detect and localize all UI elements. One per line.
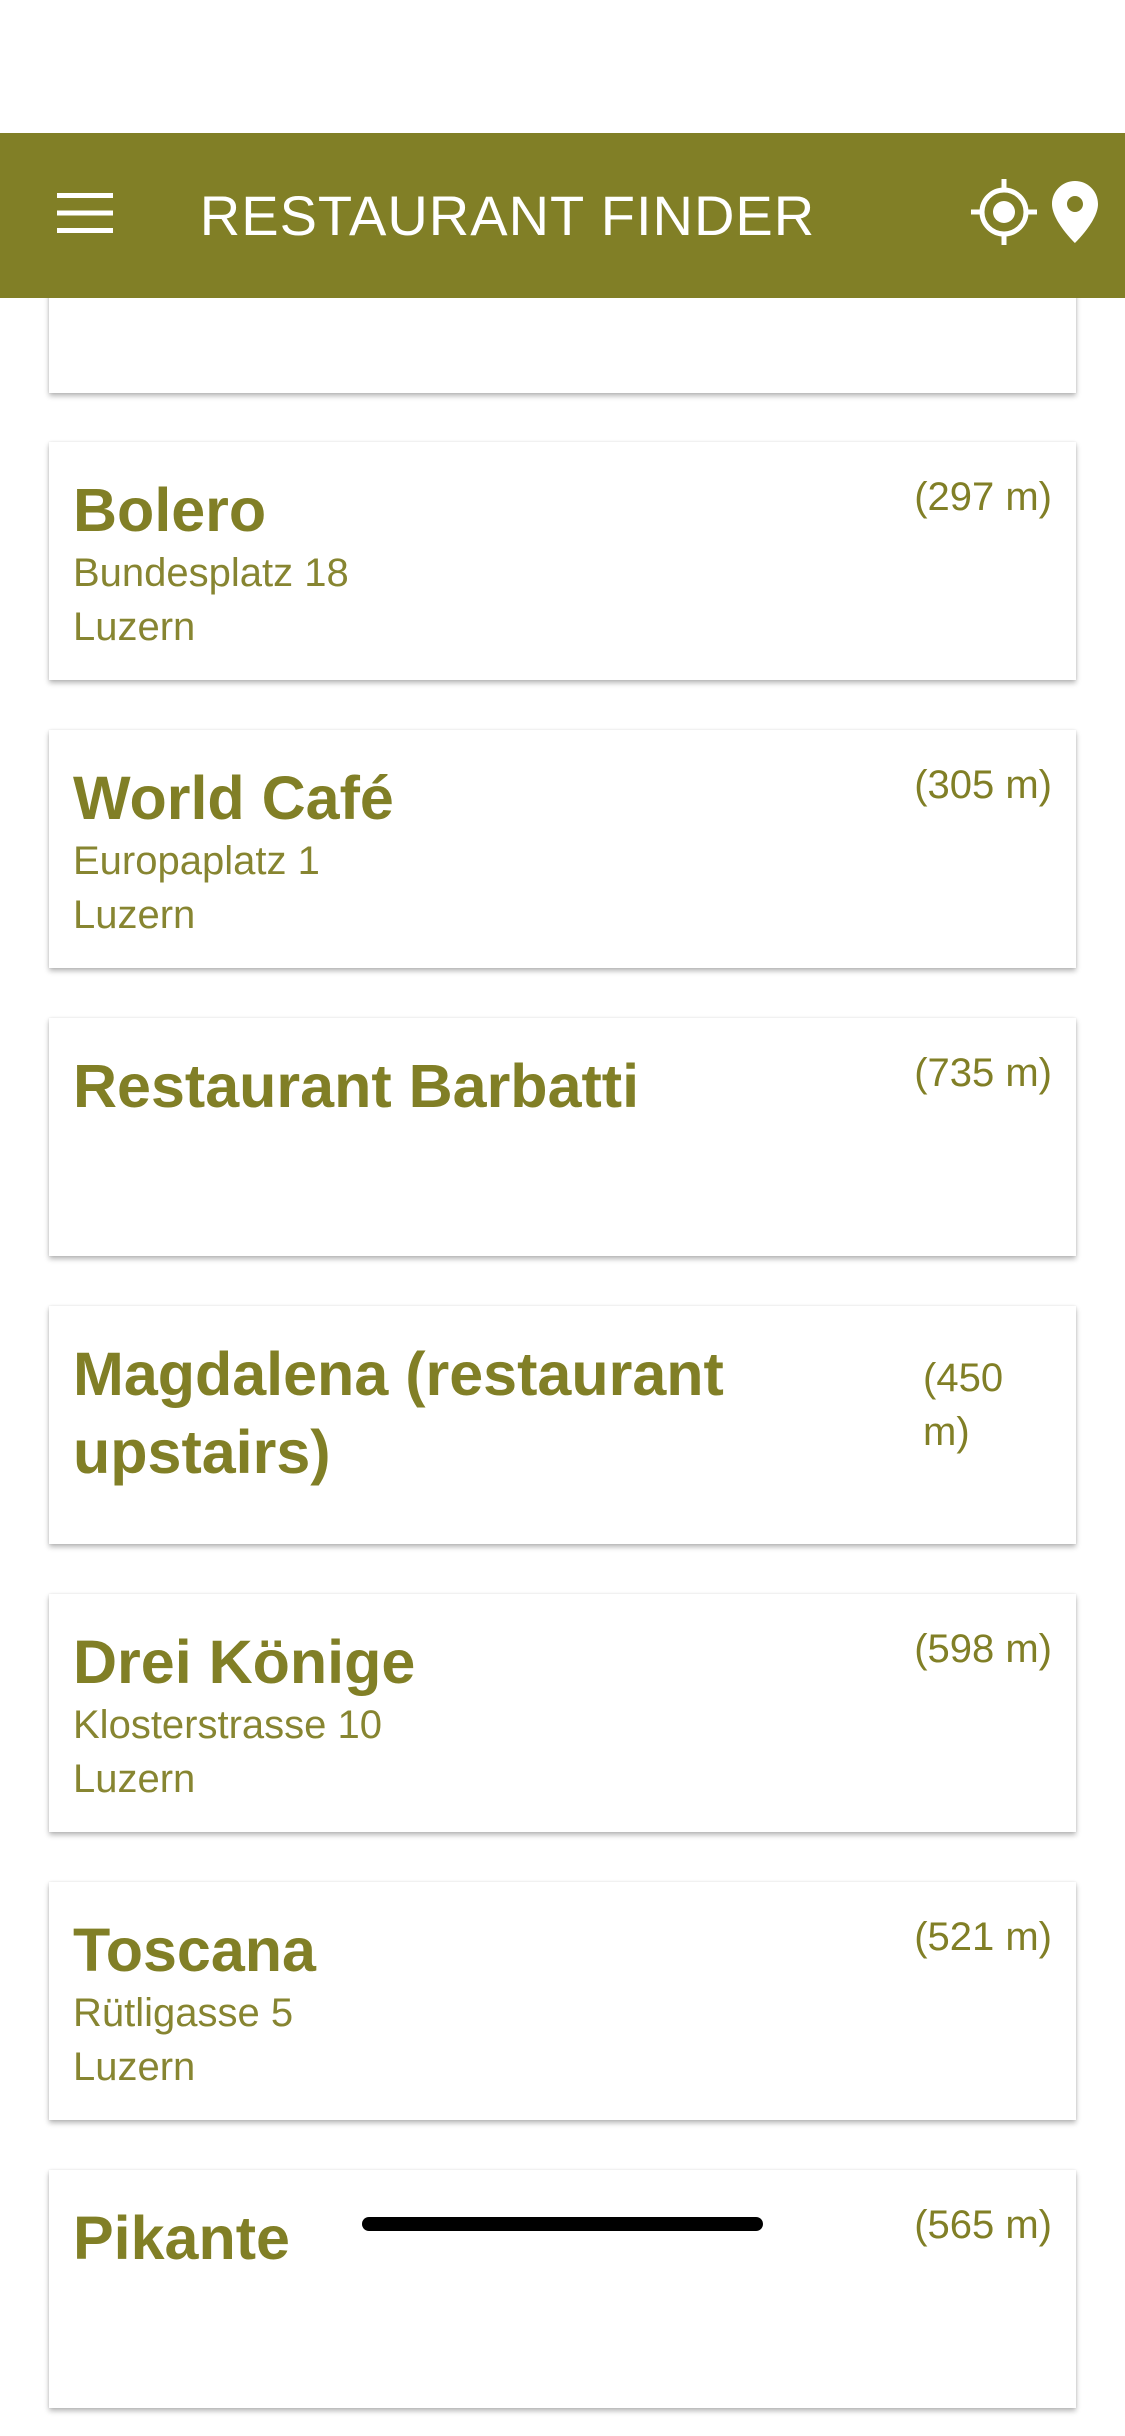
restaurant-card[interactable]: Bolero (297 m) Bundesplatz 18 Luzern <box>49 442 1076 680</box>
restaurant-name: Bolero <box>73 476 267 544</box>
restaurant-name: Toscana <box>73 1916 316 1984</box>
restaurant-card[interactable]: Restaurant Barbatti (735 m) <box>49 1018 1076 1256</box>
restaurant-card[interactable]: Drei Könige (598 m) Klosterstrasse 10 Lu… <box>49 1594 1076 1832</box>
restaurant-city: Luzern <box>73 893 196 937</box>
restaurant-distance: (598 m) <box>914 1627 1052 1671</box>
restaurant-card[interactable]: Magdalena (restaurant upstairs) (450 m) <box>49 1306 1076 1544</box>
restaurant-address: Klosterstrasse 10 <box>73 1703 383 1747</box>
hamburger-menu-icon <box>57 193 113 238</box>
restaurant-address: Bundesplatz 18 <box>73 551 349 595</box>
restaurant-address: Rütligasse 5 <box>73 1991 294 2035</box>
restaurant-distance: (521 m) <box>914 1915 1052 1959</box>
restaurant-distance: (297 m) <box>914 475 1052 519</box>
restaurant-city: Luzern <box>73 1757 196 1801</box>
app-bar: RESTAURANT FINDER <box>0 133 1125 298</box>
restaurant-distance: (305 m) <box>914 763 1052 807</box>
app-title: RESTAURANT FINDER <box>199 184 816 247</box>
restaurant-name: Magdalena (restaurant upstairs) <box>73 1340 724 1486</box>
gps-crosshair-icon <box>971 178 1037 250</box>
restaurant-city: Luzern <box>73 605 196 649</box>
restaurant-name: World Café <box>73 764 394 832</box>
restaurant-name: Drei Könige <box>73 1628 416 1696</box>
restaurant-name: Restaurant Barbatti <box>73 1052 640 1120</box>
restaurant-city: Luzern <box>73 2045 196 2089</box>
restaurant-name: Pikante <box>73 2204 290 2272</box>
restaurant-card[interactable]: Toscana (521 m) Rütligasse 5 Luzern <box>49 1882 1076 2120</box>
restaurant-distance: (450 m) <box>923 1356 1004 1454</box>
restaurant-list[interactable]: Bolero (297 m) Bundesplatz 18 Luzern Wor… <box>0 0 1125 2436</box>
locate-me-button[interactable] <box>964 169 1044 259</box>
restaurant-address: Europaplatz 1 <box>73 839 320 883</box>
restaurant-distance: (565 m) <box>914 2203 1052 2247</box>
restaurant-card[interactable]: Pikante (565 m) <box>49 2170 1076 2408</box>
menu-button[interactable] <box>40 173 130 258</box>
restaurant-card[interactable]: World Café (305 m) Europaplatz 1 Luzern <box>49 730 1076 968</box>
home-indicator <box>362 2217 763 2231</box>
map-pin-icon <box>1052 180 1098 248</box>
restaurant-distance: (735 m) <box>914 1051 1052 1095</box>
map-button[interactable] <box>1045 169 1105 259</box>
